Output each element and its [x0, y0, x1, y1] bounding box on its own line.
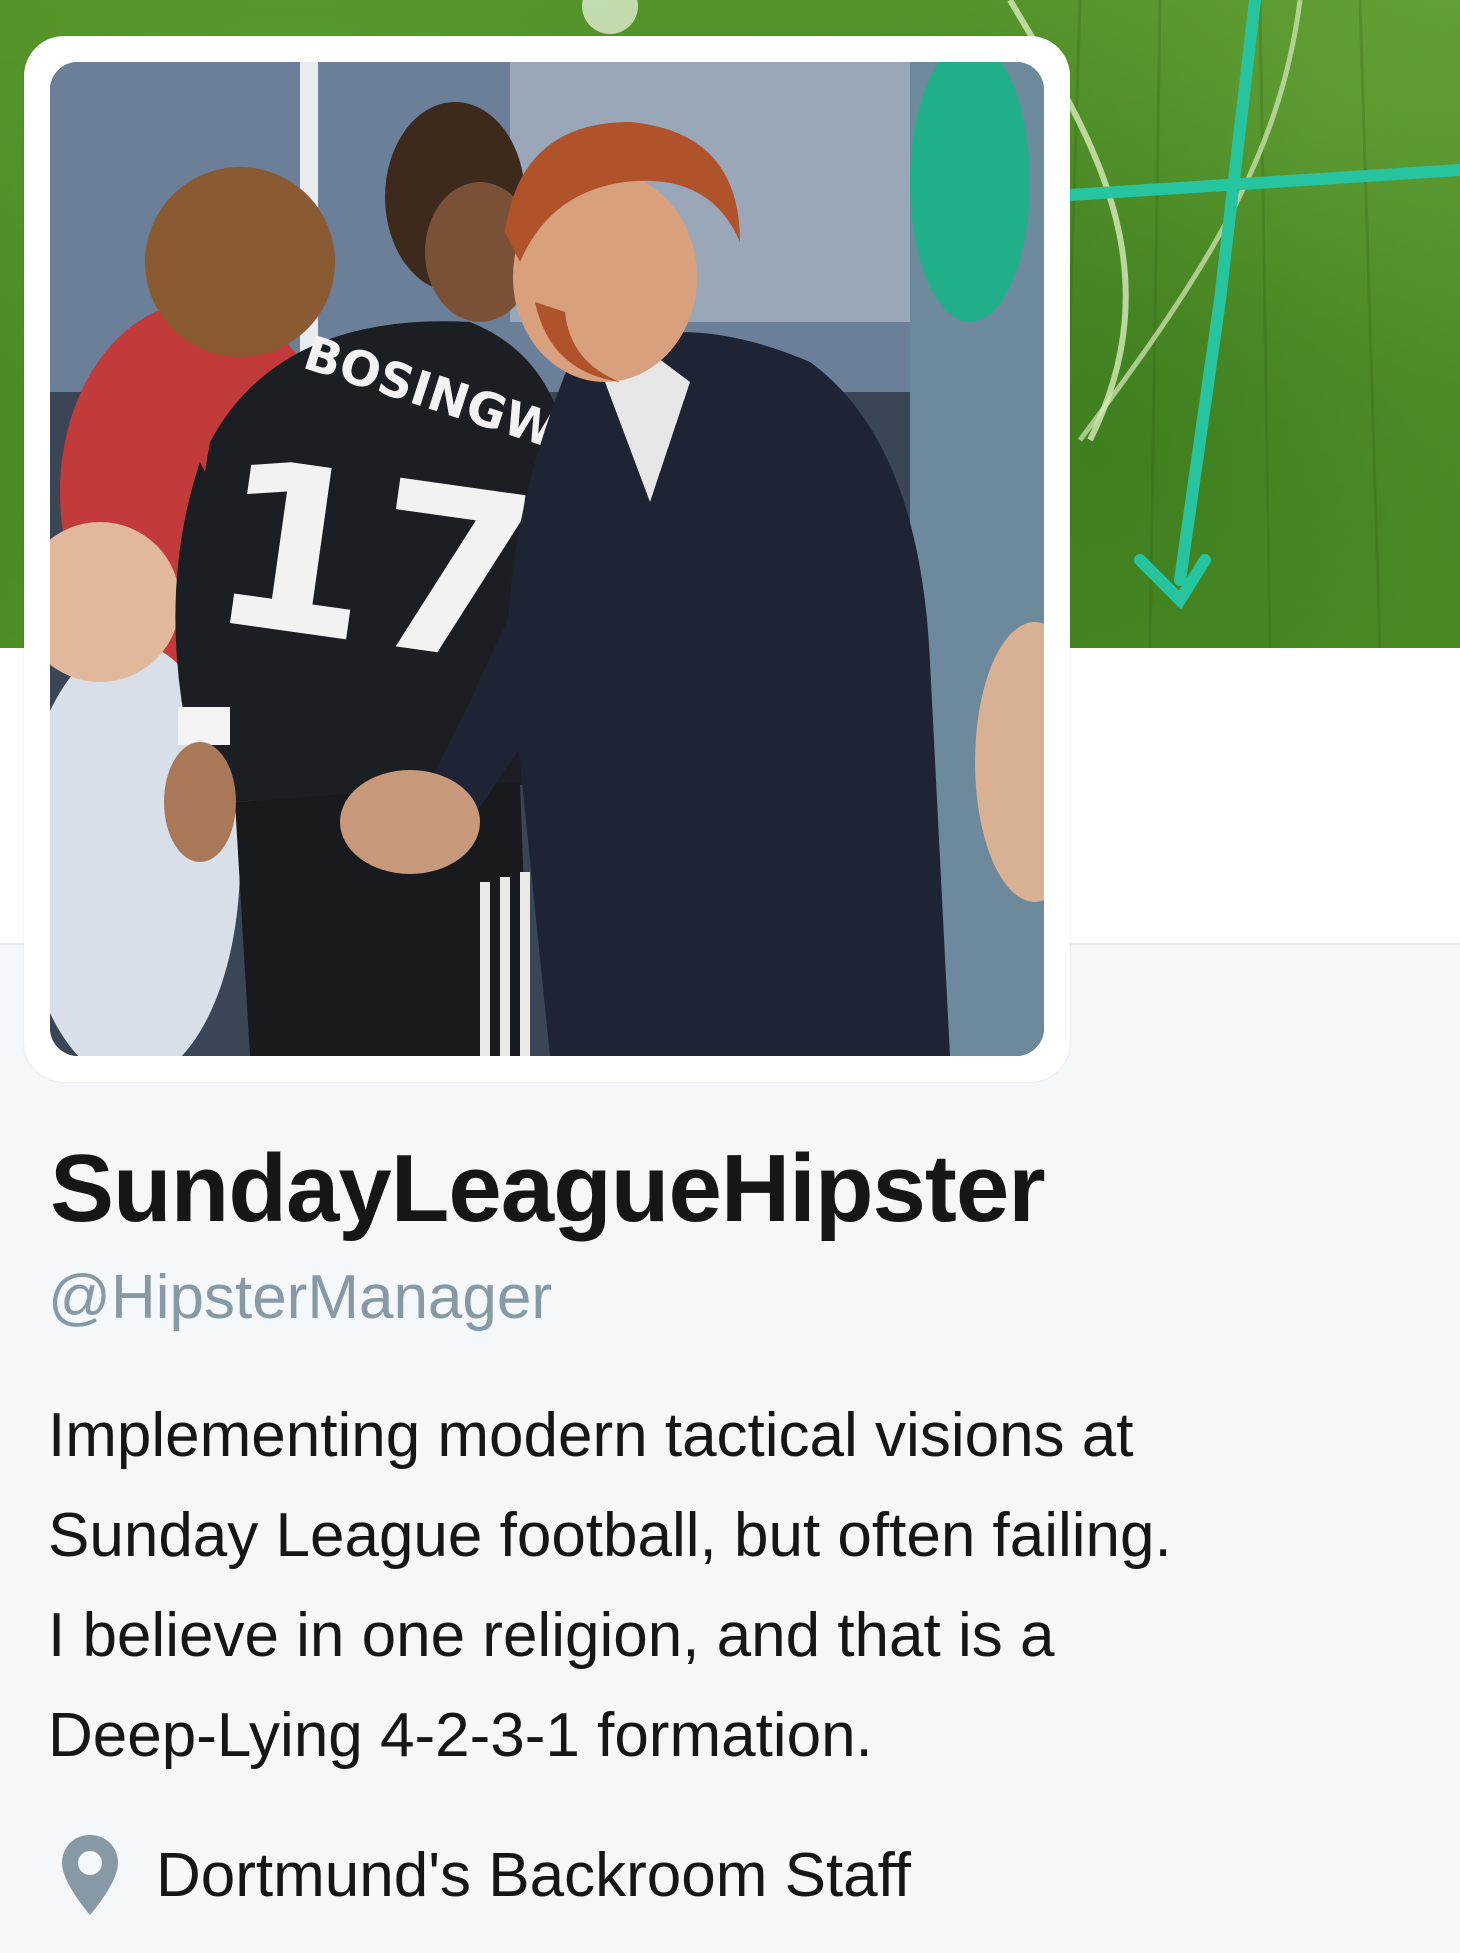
display-name[interactable]: SundayLeagueHipster: [50, 1134, 1046, 1244]
profile-bio: Implementing modern tactical visions at …: [48, 1386, 1388, 1786]
avatar[interactable]: BOSINGWA 17: [50, 62, 1044, 1056]
bio-line: Implementing modern tactical visions at: [48, 1401, 1134, 1470]
bio-line: Sunday League football, but often failin…: [48, 1501, 1172, 1570]
avatar-photo-graphic: BOSINGWA 17: [50, 62, 1044, 1056]
location-pin-icon: [62, 1835, 118, 1915]
username-handle: @HipsterManager: [48, 1262, 552, 1333]
profile-location: Dortmund's Backroom Staff: [60, 1835, 911, 1915]
bio-line: I believe in one religion, and that is a: [48, 1601, 1055, 1670]
location-text: Dortmund's Backroom Staff: [156, 1840, 911, 1910]
avatar-frame[interactable]: BOSINGWA 17: [24, 36, 1070, 1082]
bio-line: Deep-Lying 4-2-3-1 formation.: [48, 1701, 873, 1770]
username-link[interactable]: @HipsterManager: [48, 1263, 552, 1332]
